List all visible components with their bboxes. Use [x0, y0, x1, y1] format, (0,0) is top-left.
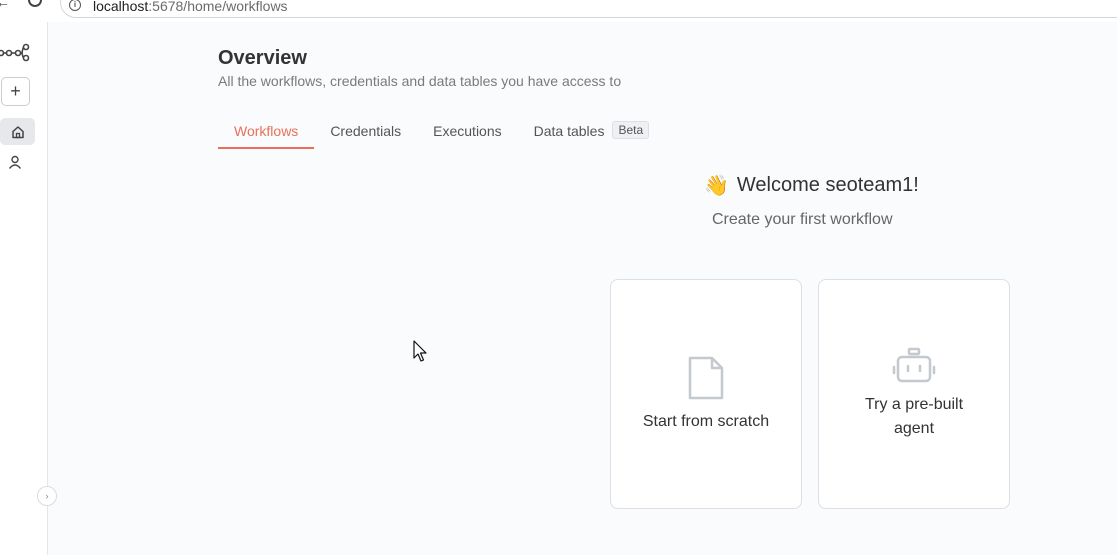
tab-label: Credentials: [330, 123, 402, 139]
tab-credentials[interactable]: Credentials: [314, 118, 417, 149]
robot-icon: [892, 347, 936, 383]
app: + › Overview All the workflows, credenti…: [0, 22, 1117, 555]
url-text: localhost:5678/home/workflows: [93, 0, 288, 14]
address-bar[interactable]: i localhost:5678/home/workflows: [60, 0, 1117, 18]
url-path: :5678/home/workflows: [148, 0, 288, 14]
tab-workflows[interactable]: Workflows: [218, 118, 315, 149]
tab-label: Data tables: [533, 123, 605, 139]
card-label: Try a pre-built agent: [864, 396, 964, 437]
plus-icon: +: [10, 81, 21, 101]
page-title: Overview: [218, 47, 307, 69]
page-subtitle: All the workflows, credentials and data …: [218, 73, 622, 89]
workflow-nodes-icon[interactable]: [0, 41, 32, 63]
waving-hand-icon: 👋: [704, 175, 729, 197]
welcome-heading: 👋 Welcome seoteam1!: [704, 173, 919, 198]
pre-built-agent-card[interactable]: Try a pre-built agent: [818, 279, 1010, 509]
tab-executions[interactable]: Executions: [417, 118, 517, 149]
mouse-cursor-icon: [413, 340, 427, 362]
browser-chrome: ← i localhost:5678/home/workflows: [0, 0, 1117, 22]
start-from-scratch-card[interactable]: Start from scratch: [610, 279, 802, 509]
info-icon[interactable]: i: [69, 0, 81, 11]
tab-label: Executions: [433, 123, 502, 139]
main-content: Overview All the workflows, credentials …: [48, 22, 1117, 555]
back-arrow-icon[interactable]: ←: [0, 0, 10, 10]
sidebar-item-user[interactable]: [0, 151, 30, 173]
file-icon: [688, 356, 724, 400]
user-icon: [8, 155, 22, 169]
reload-icon[interactable]: [28, 0, 42, 7]
tabs: Workflows Credentials Executions Data ta…: [218, 118, 665, 150]
welcome-title: Welcome seoteam1!: [736, 174, 919, 196]
add-button[interactable]: +: [1, 77, 30, 106]
tab-data-tables[interactable]: Data tables Beta: [518, 118, 666, 149]
beta-badge: Beta: [612, 121, 650, 139]
sidebar-item-home[interactable]: [0, 118, 35, 145]
tab-label: Workflows: [234, 123, 299, 139]
home-icon: [11, 125, 24, 138]
sidebar: + ›: [0, 22, 57, 555]
url-host: localhost: [93, 0, 149, 14]
card-label: Start from scratch: [642, 413, 770, 430]
welcome-subtitle: Create your first workflow: [712, 211, 893, 228]
